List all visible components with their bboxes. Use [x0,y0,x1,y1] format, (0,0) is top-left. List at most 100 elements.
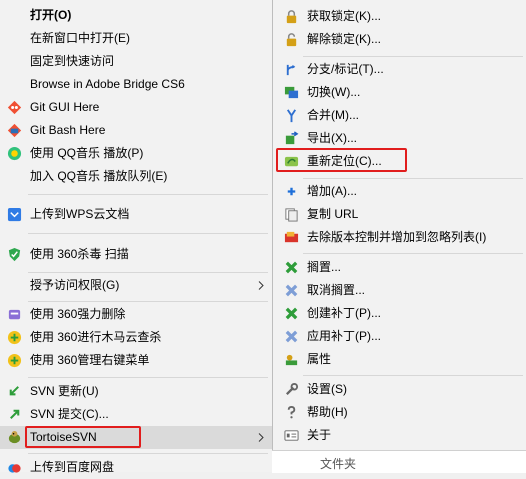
submenu-item-export[interactable]: 导出(X)... [273,127,526,150]
menu-item-label: 分支/标记(T)... [307,62,384,76]
360-antivirus-icon [8,247,21,262]
menu-item-label: 合并(M)... [307,108,359,122]
menu-item-360-shred[interactable]: 使用 360强力删除 [0,303,272,326]
submenu-item-branch-tag[interactable]: 分支/标记(T)... [273,58,526,81]
menu-item-label: Git Bash Here [30,123,106,137]
ignore-icon [284,231,299,243]
submenu-item-merge[interactable]: 合并(M)... [273,104,526,127]
submenu-item-about[interactable]: 关于 [273,424,526,447]
menu-item-grant-access[interactable]: 授予访问权限(G) [0,274,272,297]
menu-item-label: 在新窗口中打开(E) [30,31,130,45]
branch-icon [286,64,296,76]
settings-icon [285,382,299,396]
submenu-item-release-lock[interactable]: 解除锁定(K)... [273,28,526,51]
lock-icon [286,10,297,24]
menu-item-label: 加入 QQ音乐 播放队列(E) [30,169,168,183]
menu-separator [28,301,268,302]
menu-item-label: 上传到WPS云文档 [30,207,130,221]
highlight-box-tortoisesvn [25,426,141,448]
git-gui-icon [7,100,22,115]
menu-separator [303,178,523,179]
menu-item-label: 使用 QQ音乐 播放(P) [30,146,144,160]
menu-item-label: Browse in Adobe Bridge CS6 [30,77,185,91]
chevron-right-icon [258,281,264,290]
qq-music-icon [7,146,22,161]
360-menu-icon [7,353,22,368]
submenu-item-switch[interactable]: 切换(W)... [273,81,526,104]
submenu-item-settings[interactable]: 设置(S) [273,378,526,401]
submenu-item-unversion-ignore[interactable]: 去除版本控制并增加到忽略列表(I) [273,226,526,249]
chevron-right-icon [258,433,264,442]
menu-separator [303,56,523,57]
tortoisesvn-submenu: 获取锁定(K)... 解除锁定(K)... 分支/标记(T)... 切换(W).… [272,0,526,450]
menu-item-label: 增加(A)... [307,184,357,198]
menu-item-open[interactable]: 打开(O) [0,4,272,27]
apply-patch-icon [285,330,298,343]
submenu-item-copy-url[interactable]: 复制 URL [273,203,526,226]
menu-item-wps-upload[interactable]: 上传到WPS云文档 [0,203,272,226]
menu-item-qq-music-queue[interactable]: 加入 QQ音乐 播放队列(E) [0,165,272,188]
menu-item-label: 属性 [307,352,332,366]
menu-item-open-new-window[interactable]: 在新窗口中打开(E) [0,27,272,50]
submenu-item-help[interactable]: 帮助(H) [273,401,526,424]
menu-item-label: 上传到百度网盘 [30,460,115,474]
menu-item-baidu-upload[interactable]: 上传到百度网盘 [0,456,272,479]
submenu-item-shelve[interactable]: 搁置... [273,256,526,279]
shelve-icon [285,261,298,274]
menu-item-label: 使用 360管理右键菜单 [30,353,150,367]
highlight-box-relocate [276,148,407,172]
menu-separator [28,194,268,195]
svn-commit-icon [10,409,20,419]
menu-separator [28,233,268,234]
menu-item-label: 创建补丁(P)... [307,306,381,320]
help-icon [287,405,296,419]
column-header-type[interactable]: 文件夹 [320,455,356,472]
menu-item-360-scan[interactable]: 使用 360杀毒 扫描 [0,243,272,266]
menu-item-svn-update[interactable]: SVN 更新(U) [0,380,272,403]
menu-separator [303,375,523,376]
properties-icon [285,354,298,366]
menu-item-label: Git GUI Here [30,100,100,114]
menu-item-git-gui[interactable]: Git GUI Here [0,96,272,119]
submenu-item-apply-patch[interactable]: 应用补丁(P)... [273,325,526,348]
submenu-item-unshelve[interactable]: 取消搁置... [273,279,526,302]
360-shred-icon [8,309,21,320]
menu-item-label: 使用 360进行木马云查杀 [30,330,162,344]
menu-item-label: 获取锁定(K)... [307,9,381,23]
menu-item-label: 打开(O) [30,8,72,22]
menu-item-qq-music-play[interactable]: 使用 QQ音乐 播放(P) [0,142,272,165]
file-list-header: 文件夹 [272,450,526,473]
360-trojan-icon [7,330,22,345]
menu-item-360-trojan[interactable]: 使用 360进行木马云查杀 [0,326,272,349]
menu-item-git-bash[interactable]: Git Bash Here [0,119,272,142]
explorer-context-menu: 打开(O) 在新窗口中打开(E) 固定到快速访问 Browse in Adobe… [0,0,273,474]
svn-update-icon [9,386,19,396]
menu-item-label: 关于 [307,428,332,442]
menu-item-label: 帮助(H) [307,405,348,419]
menu-item-label: SVN 提交(C)... [30,407,109,421]
submenu-item-get-lock[interactable]: 获取锁定(K)... [273,5,526,28]
copy-url-icon [285,208,298,222]
submenu-item-properties[interactable]: 属性 [273,348,526,371]
unlock-icon [286,33,297,47]
unshelve-icon [285,284,298,297]
menu-item-svn-commit[interactable]: SVN 提交(C)... [0,403,272,426]
menu-item-label: 切换(W)... [307,85,361,99]
submenu-item-add[interactable]: 增加(A)... [273,180,526,203]
wps-cloud-icon [7,207,22,222]
submenu-item-create-patch[interactable]: 创建补丁(P)... [273,302,526,325]
baidu-netdisk-icon [8,464,21,473]
menu-item-adobe-bridge[interactable]: Browse in Adobe Bridge CS6 [0,73,272,96]
menu-item-360-menu-manager[interactable]: 使用 360管理右键菜单 [0,349,272,372]
git-bash-icon [7,123,22,138]
menu-item-label: 复制 URL [307,207,359,221]
tortoisesvn-icon [8,430,21,444]
menu-separator [303,253,523,254]
about-icon [284,430,299,441]
menu-separator [28,377,268,378]
menu-item-pin-quick-access[interactable]: 固定到快速访问 [0,50,272,73]
menu-item-label: 去除版本控制并增加到忽略列表(I) [307,230,487,244]
menu-item-label: 导出(X)... [307,131,357,145]
menu-item-label: 使用 360强力删除 [30,307,126,321]
menu-item-label: 固定到快速访问 [30,54,115,68]
